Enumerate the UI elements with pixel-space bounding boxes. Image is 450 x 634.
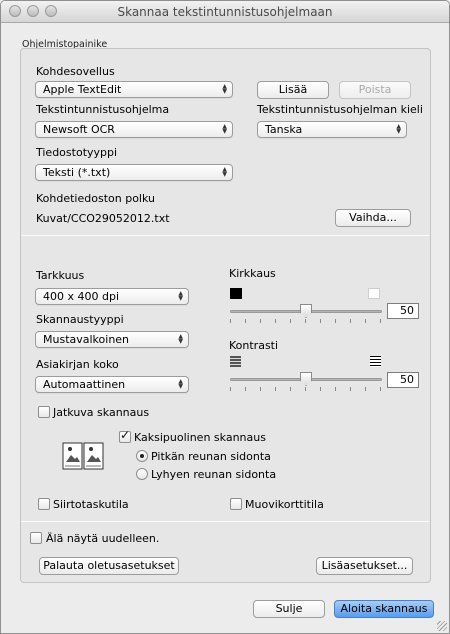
scan-type-select[interactable]: Mustavalkoinen ▲ ▼ [35,331,189,348]
long-edge-binding-radio[interactable] [136,450,148,462]
close-button[interactable]: Sulje [253,600,325,618]
dark-square-icon [230,288,242,299]
scan-dialog-window: Skannaa tekstintunnistusohjelmaan Ohjelm… [0,0,450,634]
popup-arrows-icon: ▲ ▼ [222,166,227,178]
target-app-value: Apple TextEdit [43,83,122,96]
file-type-label: Tiedostotyyppi [36,146,118,159]
target-app-label: Kohdesovellus [36,65,115,78]
plastic-card-checkbox[interactable] [230,498,242,510]
carrier-sheet-checkbox[interactable] [38,498,50,510]
resize-grip-icon[interactable] [437,621,447,631]
popup-arrows-icon: ▲ ▼ [222,83,227,95]
document-size-value: Automaattinen [43,378,126,391]
popup-arrows-icon: ▲ ▼ [178,333,183,345]
low-contrast-icon [230,356,241,367]
more-settings-button[interactable]: Lisäasetukset... [316,557,413,575]
popup-arrows-icon: ▲ ▼ [396,123,401,135]
brightness-label: Kirkkaus [229,267,276,280]
remove-button[interactable]: Poista [339,81,411,99]
carrier-sheet-label: Siirtotaskutila [53,498,129,511]
long-edge-binding-label: Pitkän reunan sidonta [151,450,271,463]
add-button[interactable]: Lisää [257,81,329,99]
high-contrast-icon [370,356,381,367]
divider [21,521,430,522]
scan-type-label: Skannaustyyppi [36,313,124,326]
ocr-language-label: Tekstintunnistusohjelman kieli [257,103,423,116]
destination-label: Kohdetiedoston polku [36,192,155,205]
start-scan-button[interactable]: Aloita skannaus [334,600,434,618]
destination-path: Kuvat/CCO29052012.txt [36,212,170,225]
contrast-label: Kontrasti [229,339,279,352]
duplex-scan-label: Kaksipuolinen skannaus [134,431,266,444]
duplex-scan-checkbox[interactable] [119,428,131,443]
popup-arrows-icon: ▲ ▼ [178,290,183,302]
ocr-language-value: Tanska [265,123,303,136]
ocr-language-select[interactable]: Tanska ▲ ▼ [257,121,407,138]
contrast-slider-ticks [230,387,382,391]
light-square-icon [368,288,380,299]
change-button[interactable]: Vaihda... [335,209,411,227]
document-size-label: Asiakirjan koko [36,358,119,371]
continuous-scan-checkbox[interactable] [38,406,50,418]
continuous-scan-label: Jatkuva skannaus [53,406,150,419]
document-size-select[interactable]: Automaattinen ▲ ▼ [35,376,189,393]
popup-arrows-icon: ▲ ▼ [222,123,227,135]
dont-show-again-label: Älä näytä uudelleen. [46,532,160,545]
target-app-select[interactable]: Apple TextEdit ▲ ▼ [35,81,233,98]
short-edge-binding-label: Lyhyen reunan sidonta [151,468,277,481]
resolution-label: Tarkkuus [36,269,85,282]
contrast-value-field[interactable]: 50 [387,372,419,388]
window-title: Skannaa tekstintunnistusohjelmaan [117,5,333,19]
resolution-value: 400 x 400 dpi [43,290,120,303]
restore-defaults-button[interactable]: Palauta oletusasetukset [39,557,179,575]
plastic-card-label: Muovikorttitila [245,498,324,511]
divider [21,235,430,236]
ocr-app-select[interactable]: Newsoft OCR ▲ ▼ [35,121,233,138]
title-bar: Skannaa tekstintunnistusohjelmaan [1,1,449,23]
ocr-app-label: Tekstintunnistusohjelma [36,103,170,116]
popup-arrows-icon: ▲ ▼ [178,378,183,390]
file-type-value: Teksti (*.txt) [43,166,111,179]
duplex-scan-icon [62,442,104,470]
file-type-select[interactable]: Teksti (*.txt) ▲ ▼ [35,164,233,181]
short-edge-binding-radio[interactable] [136,468,148,480]
scan-type-value: Mustavalkoinen [43,333,130,346]
dont-show-again-checkbox[interactable] [30,532,42,544]
resolution-select[interactable]: 400 x 400 dpi ▲ ▼ [35,288,189,305]
brightness-value-field[interactable]: 50 [387,303,419,319]
ocr-app-value: Newsoft OCR [43,123,115,136]
brightness-slider-ticks [230,319,382,323]
